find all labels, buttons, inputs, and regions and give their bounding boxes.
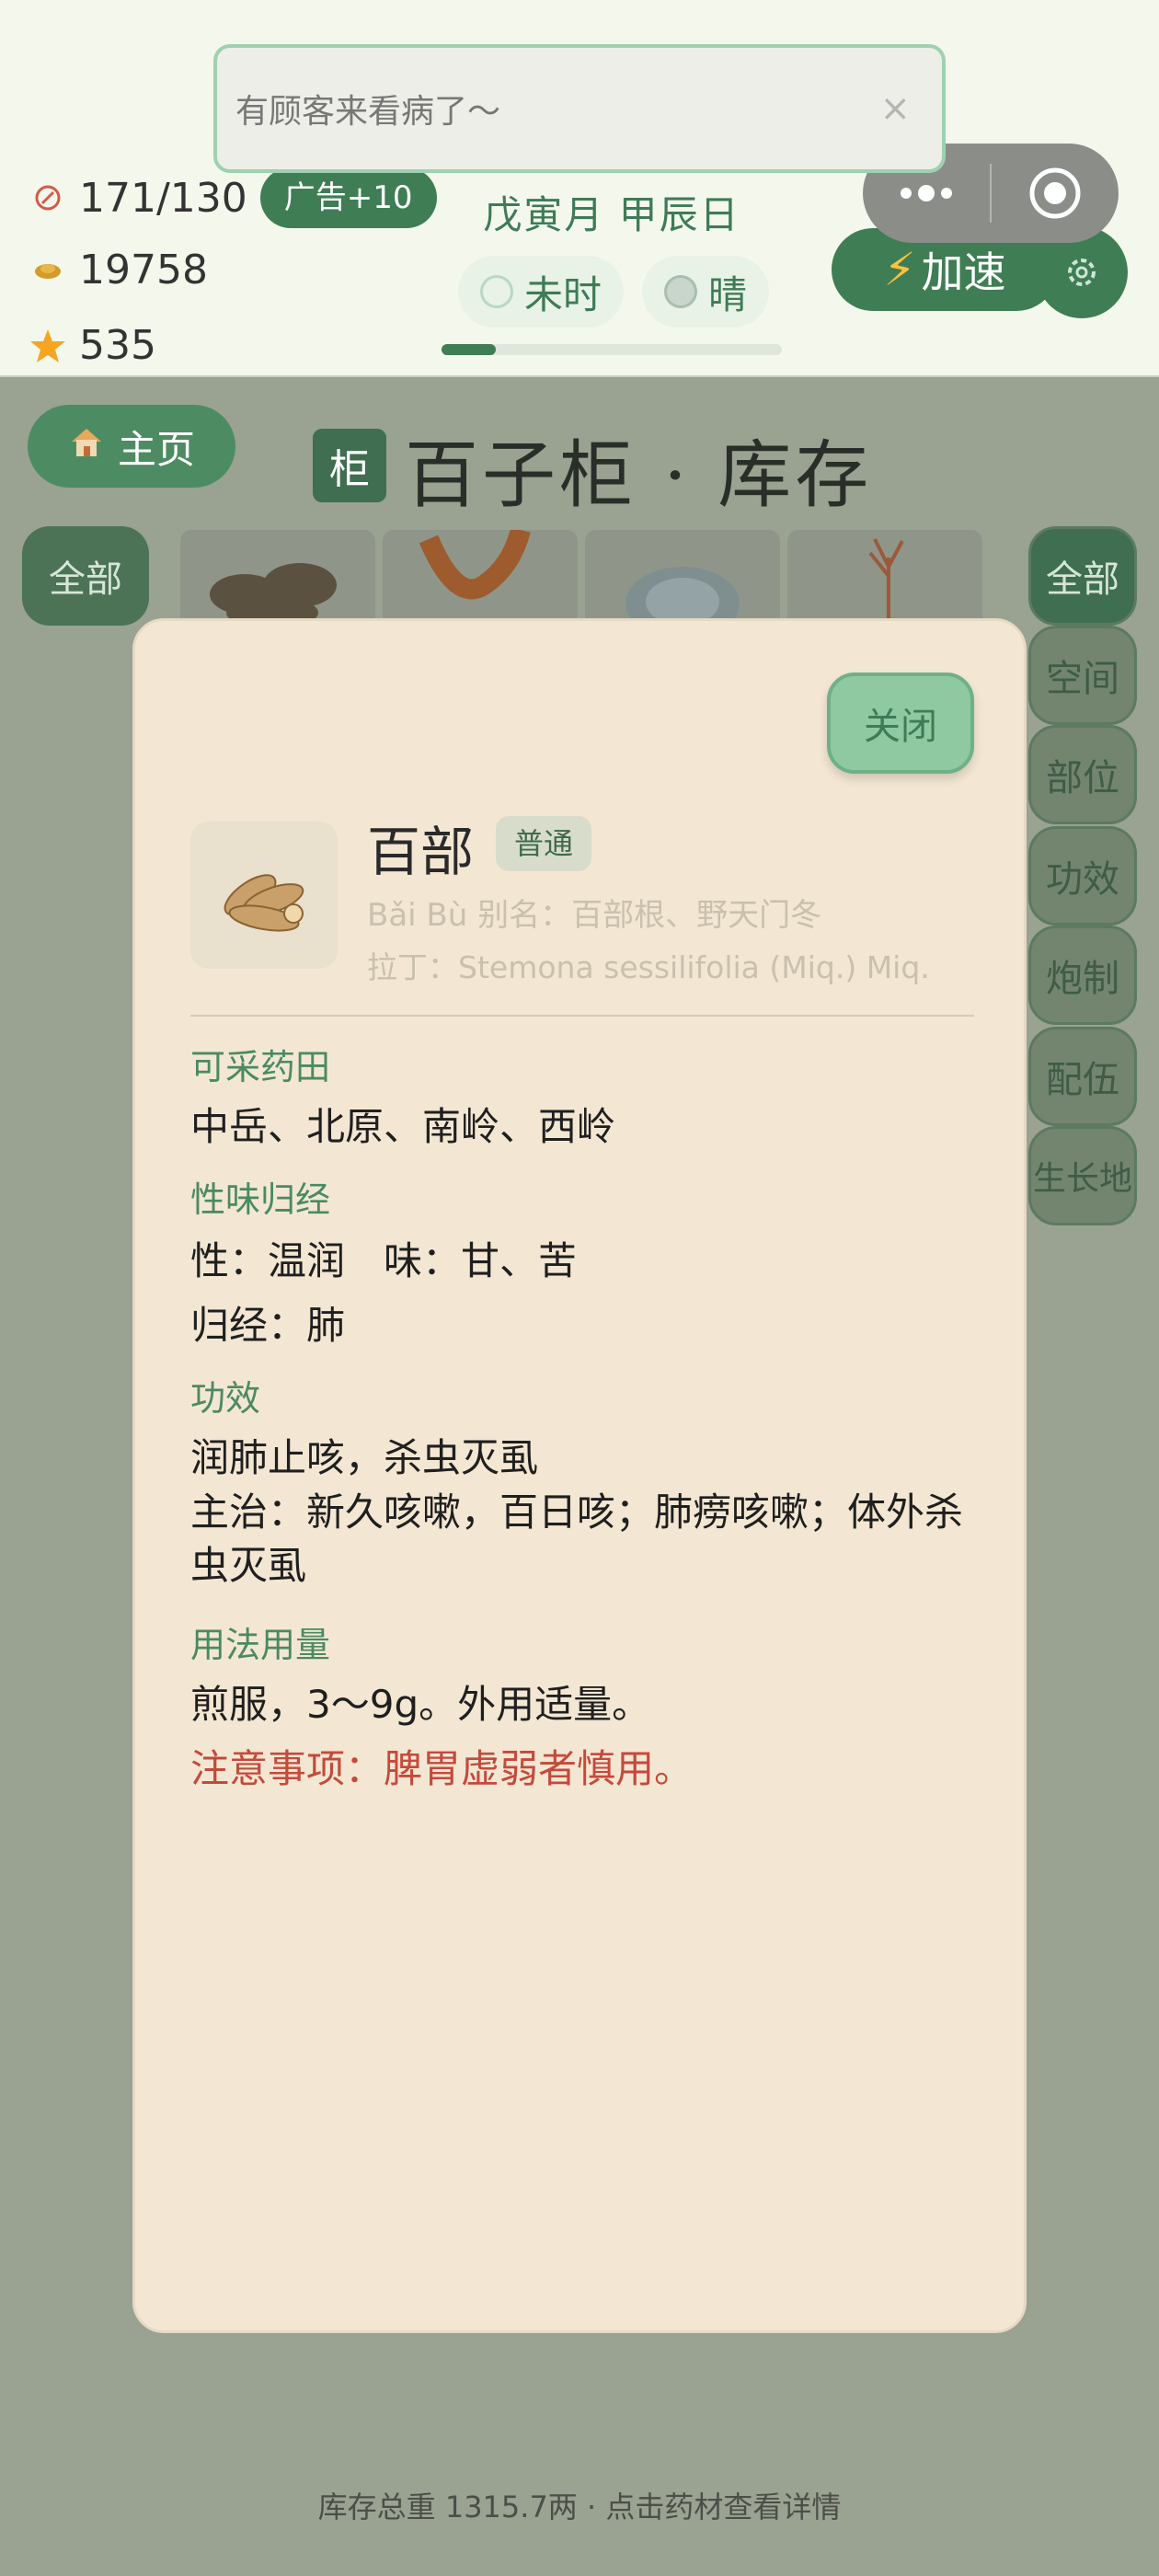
- right-category-item[interactable]: 空间: [1028, 626, 1137, 725]
- day-progress-fill: [442, 344, 497, 355]
- hour-label: 未时: [524, 271, 602, 317]
- stamina-icon: [29, 179, 66, 216]
- stars-stat: 535: [29, 322, 156, 369]
- right-category-item[interactable]: 炮制: [1028, 926, 1137, 1025]
- right-category-item[interactable]: 配伍: [1028, 1027, 1137, 1126]
- right-category-item[interactable]: 功效: [1028, 826, 1137, 926]
- nature-text: 性：温润 味：甘、苦: [190, 1238, 578, 1283]
- effect-section-title: 功效: [190, 1378, 261, 1419]
- more-dots-icon: [901, 185, 952, 201]
- coins-stat: 19758: [29, 247, 208, 293]
- star-icon: [29, 328, 66, 364]
- rarity-badge: 普通: [496, 816, 592, 871]
- stamina-stat: 171/130 广告+10: [29, 167, 437, 228]
- herb-thumbnail[interactable]: [585, 530, 780, 631]
- effect-text: 润肺止咳，杀虫灭虱: [190, 1435, 539, 1480]
- lightning-icon: ⚡: [883, 243, 916, 296]
- sun-icon: [664, 275, 697, 308]
- toast-message: 有顾客来看病了～: [235, 93, 501, 131]
- day-progress-bar: [442, 344, 782, 355]
- divider: [190, 1015, 974, 1017]
- coin-icon: [29, 252, 66, 289]
- cabinet-tag: 柜: [313, 429, 386, 502]
- exit-miniapp-button[interactable]: [992, 166, 1119, 221]
- right-category-item[interactable]: 部位: [1028, 725, 1137, 824]
- indication-text: 主治：新久咳嗽，百日咳；肺痨咳嗽；体外杀虫灭虱: [190, 1489, 964, 1588]
- weather-label: 晴: [708, 271, 748, 317]
- home-label: 主页: [117, 426, 195, 472]
- herb-pinyin-alias: Bǎi Bù 别名：百部根、野天门冬: [367, 897, 822, 934]
- fields-list: 中岳、北原、南岭、西岭: [190, 1104, 616, 1149]
- hour-pill: 未时: [458, 256, 625, 328]
- usage-section-title: 用法用量: [190, 1625, 331, 1665]
- close-button[interactable]: 关闭: [827, 673, 974, 774]
- ad-bonus-button[interactable]: 广告+10: [259, 167, 437, 228]
- more-button[interactable]: [863, 184, 990, 202]
- calendar-date: 戊寅月 甲辰日: [483, 192, 740, 237]
- left-category-all[interactable]: 全部: [22, 526, 149, 626]
- right-category-item[interactable]: 生长地: [1028, 1126, 1137, 1225]
- page-title: 百子柜 · 库存: [405, 432, 873, 518]
- herb-latin-name: 拉丁：Stemona sessilifolia (Miq.) Miq.: [367, 949, 930, 985]
- meridian-text: 归经：肺: [190, 1303, 346, 1348]
- nature-section-title: 性味归经: [190, 1179, 331, 1220]
- speed-label: 加速: [921, 247, 1006, 297]
- inventory-footer: 库存总重 1315.7两 · 点击药材查看详情: [317, 2490, 842, 2524]
- house-icon: [68, 423, 105, 469]
- herb-image: [190, 822, 338, 969]
- coins-value: 19758: [79, 247, 208, 293]
- herb-thumbnail[interactable]: [180, 530, 375, 631]
- usage-text: 煎服，3～9g。外用适量。: [190, 1682, 651, 1727]
- stars-value: 535: [79, 322, 156, 369]
- target-icon: [1029, 167, 1081, 219]
- herb-thumbnail[interactable]: [787, 530, 982, 631]
- clock-icon: [480, 275, 513, 308]
- weather-pill: 晴: [642, 256, 770, 328]
- fields-section-title: 可采药田: [190, 1047, 331, 1087]
- herb-thumbnail[interactable]: [383, 530, 578, 631]
- notification-toast[interactable]: 有顾客来看病了～ ×: [213, 44, 946, 173]
- herb-name: 百部: [367, 821, 475, 883]
- herb-detail-modal: 关闭 百部 普通 Bǎi Bù 别名：百部根、野天门冬 拉丁：Stemona s…: [132, 618, 1027, 2333]
- toast-close-icon[interactable]: ×: [879, 87, 911, 130]
- right-category-item[interactable]: 全部: [1028, 526, 1137, 626]
- home-button[interactable]: 主页: [28, 405, 235, 488]
- caution-text: 注意事项：脾胃虚弱者慎用。: [190, 1746, 694, 1791]
- gear-icon: [1068, 259, 1096, 286]
- stamina-value: 171/130: [79, 174, 247, 222]
